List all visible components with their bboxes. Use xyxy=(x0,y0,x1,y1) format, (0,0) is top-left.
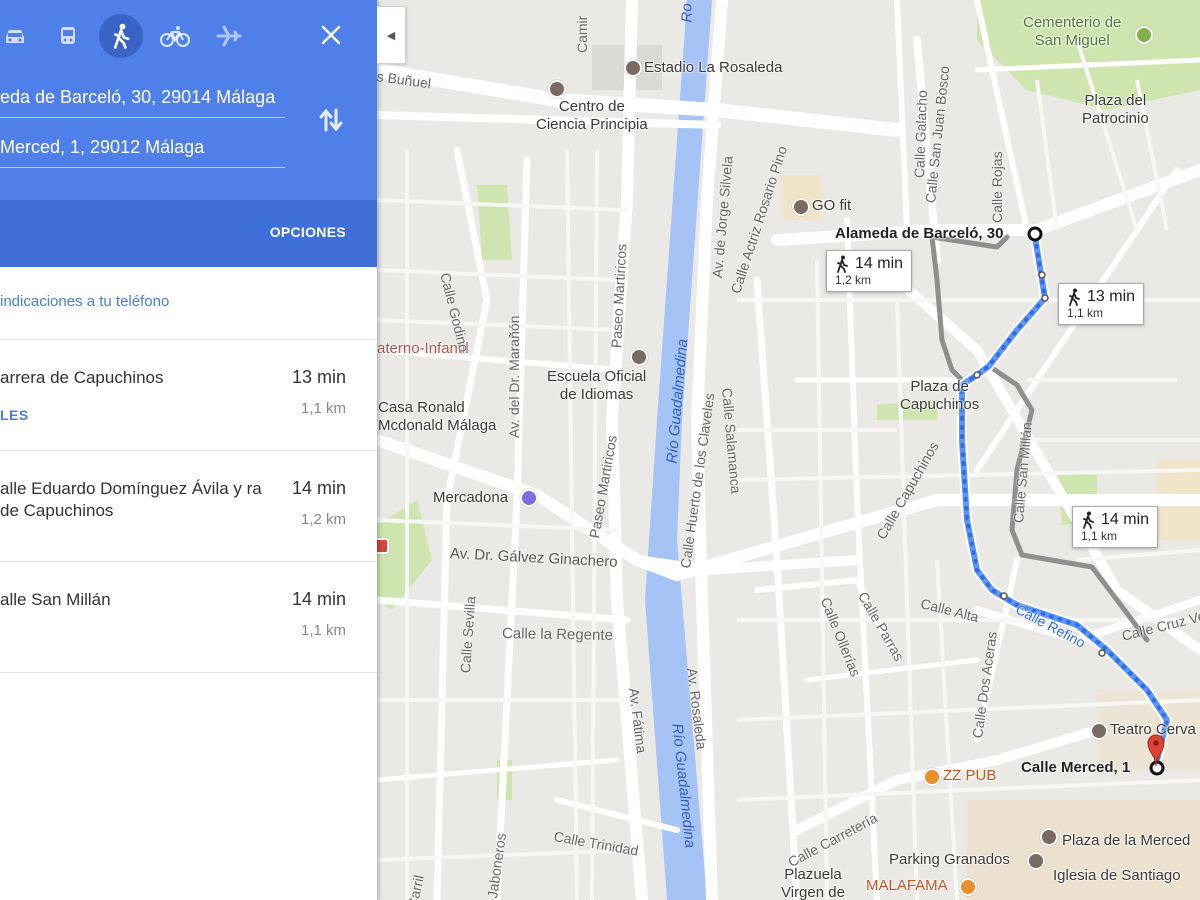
place-estadio[interactable]: Estadio La Rosaleda xyxy=(644,59,782,77)
school-icon[interactable] xyxy=(630,348,648,366)
place-parking[interactable]: Parking Granados xyxy=(889,851,1010,869)
route-2-via: alle Eduardo Domínguez Ávila y ra de Cap… xyxy=(0,479,262,520)
route-1-via: arrera de Capuchinos xyxy=(0,368,164,387)
place-malafama[interactable]: MALAFAMA xyxy=(866,877,948,895)
route-option-2[interactable]: alle Eduardo Domínguez Ávila y ra de Cap… xyxy=(0,451,377,562)
street-regente: Calle la Regente xyxy=(501,625,614,644)
send-to-phone-row: indicaciones a tu teléfono xyxy=(0,267,377,340)
route-option-1[interactable]: arrera de Capuchinos 13 min 1,1 km LES xyxy=(0,340,377,451)
close-directions-button[interactable] xyxy=(316,20,346,50)
bar-icon-2[interactable] xyxy=(959,878,977,896)
transit-mode-button[interactable] xyxy=(46,14,90,58)
place-escuela[interactable]: Escuela Oficial de Idiomas xyxy=(547,368,646,404)
place-plaza-patrocinio[interactable]: Plaza del Patrocinio xyxy=(1082,92,1149,128)
route-card-3-time: 14 min xyxy=(1101,511,1150,528)
plane-icon xyxy=(216,25,242,47)
place-teatro[interactable]: Teatro Cerva xyxy=(1110,721,1196,739)
parking-icon[interactable] xyxy=(1027,852,1045,870)
walk-icon xyxy=(1083,511,1094,529)
send-to-phone-link[interactable]: indicaciones a tu teléfono xyxy=(0,293,169,310)
route-card-1-distance: 1,2 km xyxy=(835,273,872,287)
place-cementerio[interactable]: Cementerio de San Miguel xyxy=(1023,14,1121,50)
museum-icon[interactable] xyxy=(548,80,566,98)
street-camino: Camir xyxy=(574,15,590,53)
route-1-details-link[interactable]: LES xyxy=(0,407,29,423)
route-2-time: 14 min xyxy=(291,478,346,498)
route-3-distance: 1,1 km xyxy=(300,622,346,639)
stadium-icon[interactable] xyxy=(624,59,642,77)
place-gofit[interactable]: GO fit xyxy=(812,197,851,215)
place-casa-ronald[interactable]: Casa Ronald Mcdonald Málaga xyxy=(378,399,496,435)
options-bar: OPCIONES xyxy=(0,200,377,267)
directions-header: eda de Barceló, 30, 29014 Málaga Merced,… xyxy=(0,0,377,200)
walk-icon xyxy=(113,23,130,49)
place-plazuela[interactable]: Plazuela Virgen de xyxy=(781,866,845,900)
bus-icon xyxy=(61,27,75,44)
theatre-icon[interactable] xyxy=(1090,722,1108,740)
options-button[interactable]: OPCIONES xyxy=(270,224,346,240)
origin-input[interactable]: eda de Barceló, 30, 29014 Málaga xyxy=(0,77,285,118)
place-plaza-merced[interactable]: Plaza de la Merced xyxy=(1062,832,1190,850)
origin-label[interactable]: Alameda de Barceló, 30 xyxy=(835,225,1003,243)
bike-mode-button[interactable] xyxy=(153,14,197,58)
route-card-2[interactable]: 13 min 1,1 km xyxy=(1058,283,1145,325)
destination-input[interactable]: Merced, 1, 29012 Málaga xyxy=(0,127,285,168)
route-2-distance: 1,2 km xyxy=(300,511,346,528)
directions-panel: eda de Barceló, 30, 29014 Málaga Merced,… xyxy=(0,0,377,900)
car-mode-button[interactable] xyxy=(0,14,37,58)
close-icon xyxy=(321,25,341,45)
route-1-distance: 1,1 km xyxy=(300,400,346,417)
route-1-time: 13 min xyxy=(291,367,346,387)
collapse-panel-button[interactable]: ◀ xyxy=(377,6,406,64)
route-card-3[interactable]: 14 min 1,1 km xyxy=(1072,506,1159,548)
shop-icon[interactable] xyxy=(520,489,538,507)
route-card-2-time: 13 min xyxy=(1087,288,1136,305)
place-iglesia[interactable]: Iglesia de Santiago xyxy=(1053,867,1181,885)
car-icon xyxy=(6,30,24,43)
bar-icon[interactable] xyxy=(923,768,941,786)
route-3-via: alle San Millán xyxy=(0,590,111,609)
street-maranon: Av. del Dr. Marañón xyxy=(506,315,522,438)
walk-icon xyxy=(837,255,848,273)
place-zz-pub[interactable]: ZZ PUB xyxy=(943,767,996,785)
chevron-left-icon: ◀ xyxy=(386,29,396,42)
gym-icon[interactable] xyxy=(792,198,810,216)
destination-label[interactable]: Calle Merced, 1 xyxy=(1021,759,1130,777)
route-card-3-distance: 1,1 km xyxy=(1081,529,1118,543)
cementerio-icon[interactable] xyxy=(1135,26,1153,44)
swap-icon xyxy=(319,108,343,132)
street-rojas: Calle Rojas xyxy=(989,151,1005,223)
place-mercadona[interactable]: Mercadona xyxy=(433,489,508,507)
place-centro-ciencia[interactable]: Centro de Ciencia Principia xyxy=(536,98,648,134)
route-option-3[interactable]: alle San Millán 14 min 1,1 km xyxy=(0,562,377,673)
route-card-1[interactable]: 14 min 1,2 km xyxy=(826,250,913,292)
route-3-time: 14 min xyxy=(291,589,346,609)
swap-locations-button[interactable] xyxy=(318,106,344,134)
walk-mode-button[interactable] xyxy=(99,14,143,58)
walk-icon xyxy=(1069,288,1080,306)
square-icon[interactable] xyxy=(1040,828,1058,846)
river-label-top: Ro xyxy=(678,3,696,23)
hospital-icon[interactable] xyxy=(377,538,389,554)
place-plaza-capuchinos[interactable]: Plaza de Capuchinos xyxy=(900,378,979,414)
route-card-1-time: 14 min xyxy=(855,255,904,272)
route-card-2-distance: 1,1 km xyxy=(1067,306,1104,320)
flight-mode-button[interactable] xyxy=(207,14,251,58)
map-canvas[interactable]: Cementerio de San Miguel Plaza del Patro… xyxy=(377,0,1200,900)
bicycle-icon xyxy=(160,26,190,47)
